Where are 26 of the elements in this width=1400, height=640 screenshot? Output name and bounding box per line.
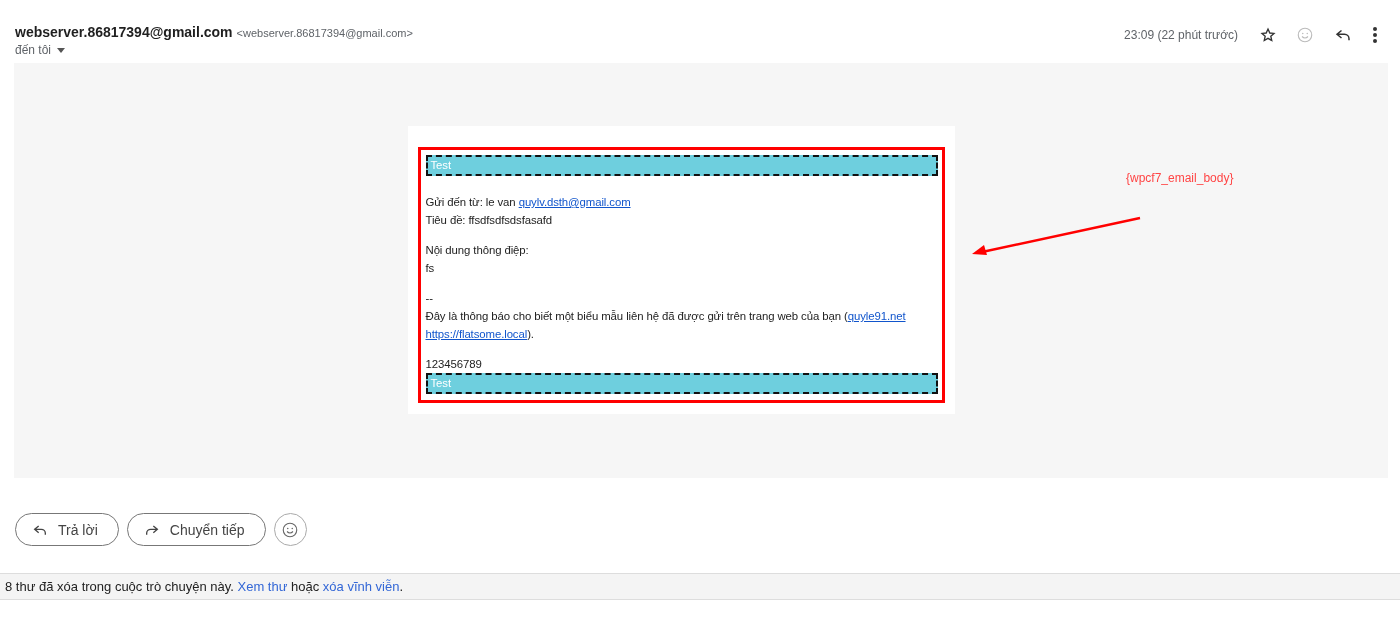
site-link[interactable]: quyle91.net <box>847 310 906 322</box>
sender-address: <webserver.86817394@gmail.com> <box>236 27 413 39</box>
emoji-button[interactable] <box>273 513 307 546</box>
separator-text: -- <box>425 291 434 306</box>
more-icon[interactable] <box>1372 26 1378 44</box>
reply-button[interactable]: Trả lời <box>15 513 119 546</box>
phone-text: 123456789 <box>425 357 483 372</box>
email-link[interactable]: quylv.dsth@gmail.com <box>518 196 631 208</box>
timestamp: 23:09 (22 phút trước) <box>1124 28 1238 42</box>
deleted-messages-notice: 8 thư đã xóa trong cuộc trò chuyện này. Xem thư hoặc xóa vĩnh viễn. <box>0 573 1400 600</box>
annotation-label: {wpcf7_email_body} <box>1126 171 1234 185</box>
star-icon[interactable] <box>1260 27 1276 43</box>
sender-name: webserver.86817394@gmail.com <box>15 24 233 40</box>
message-text: fs <box>425 261 436 276</box>
forward-button[interactable]: Chuyển tiếp <box>126 513 266 546</box>
sender-line: Gửi đến từ: le van quylv.dsth@gmail.com <box>425 195 632 210</box>
message-label: Nội dung thông điệp: <box>425 243 530 258</box>
banner-bar: Test <box>425 373 938 394</box>
notice-text: Đây là thông báo cho biết một biểu mẫu liên hệ đã được gửi trên trang web của bạn (quyle91.net https://flatsome.local). <box>425 309 907 342</box>
url-link[interactable]: https://flatsome.local <box>425 328 528 340</box>
subject-line: Tiêu đề: ffsdfsdfsdsfasafd <box>425 213 554 228</box>
banner-bar: Test <box>425 155 938 176</box>
view-messages-link[interactable]: Xem thư <box>237 579 288 594</box>
recipient-dropdown[interactable]: đến tôi <box>15 43 66 57</box>
emoji-icon <box>281 520 299 539</box>
caret-icon <box>57 47 66 53</box>
